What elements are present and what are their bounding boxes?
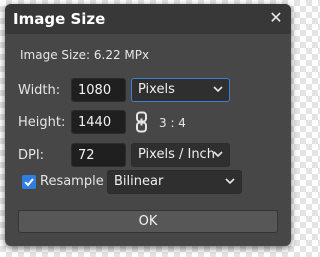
- width-unit-select[interactable]: Pixels: [131, 78, 230, 102]
- height-input[interactable]: [71, 110, 126, 134]
- close-icon[interactable]: ✕: [267, 9, 285, 27]
- image-size-dialog: Image Size ✕ Image Size: 6.22 MPx Width:…: [5, 4, 291, 246]
- aspect-ratio-text: 3 : 4: [159, 116, 186, 130]
- resample-label: Resample: [40, 174, 104, 189]
- width-input[interactable]: [71, 78, 126, 102]
- chevron-down-icon: [225, 178, 235, 185]
- resample-method-value: Bilinear: [114, 174, 164, 189]
- dialog-title: Image Size: [13, 10, 106, 28]
- width-unit-value: Pixels: [138, 82, 175, 97]
- dpi-input[interactable]: [71, 143, 126, 167]
- width-label: Width:: [18, 83, 61, 98]
- resample-checkbox[interactable]: [22, 175, 36, 189]
- chevron-down-icon: [213, 151, 223, 158]
- image-size-info: Image Size: 6.22 MPx: [20, 48, 150, 62]
- chevron-down-icon: [213, 86, 223, 93]
- height-label: Height:: [18, 115, 66, 130]
- checkmark-icon: [24, 178, 34, 187]
- dialog-titlebar: Image Size ✕: [5, 4, 291, 34]
- dpi-unit-select[interactable]: Pixels / Inch: [131, 143, 230, 167]
- ok-button[interactable]: OK: [18, 210, 278, 233]
- dpi-label: DPI:: [18, 148, 45, 163]
- resample-method-select[interactable]: Bilinear: [107, 170, 242, 194]
- chain-link-icon[interactable]: [133, 111, 150, 133]
- dpi-unit-value: Pixels / Inch: [138, 147, 215, 162]
